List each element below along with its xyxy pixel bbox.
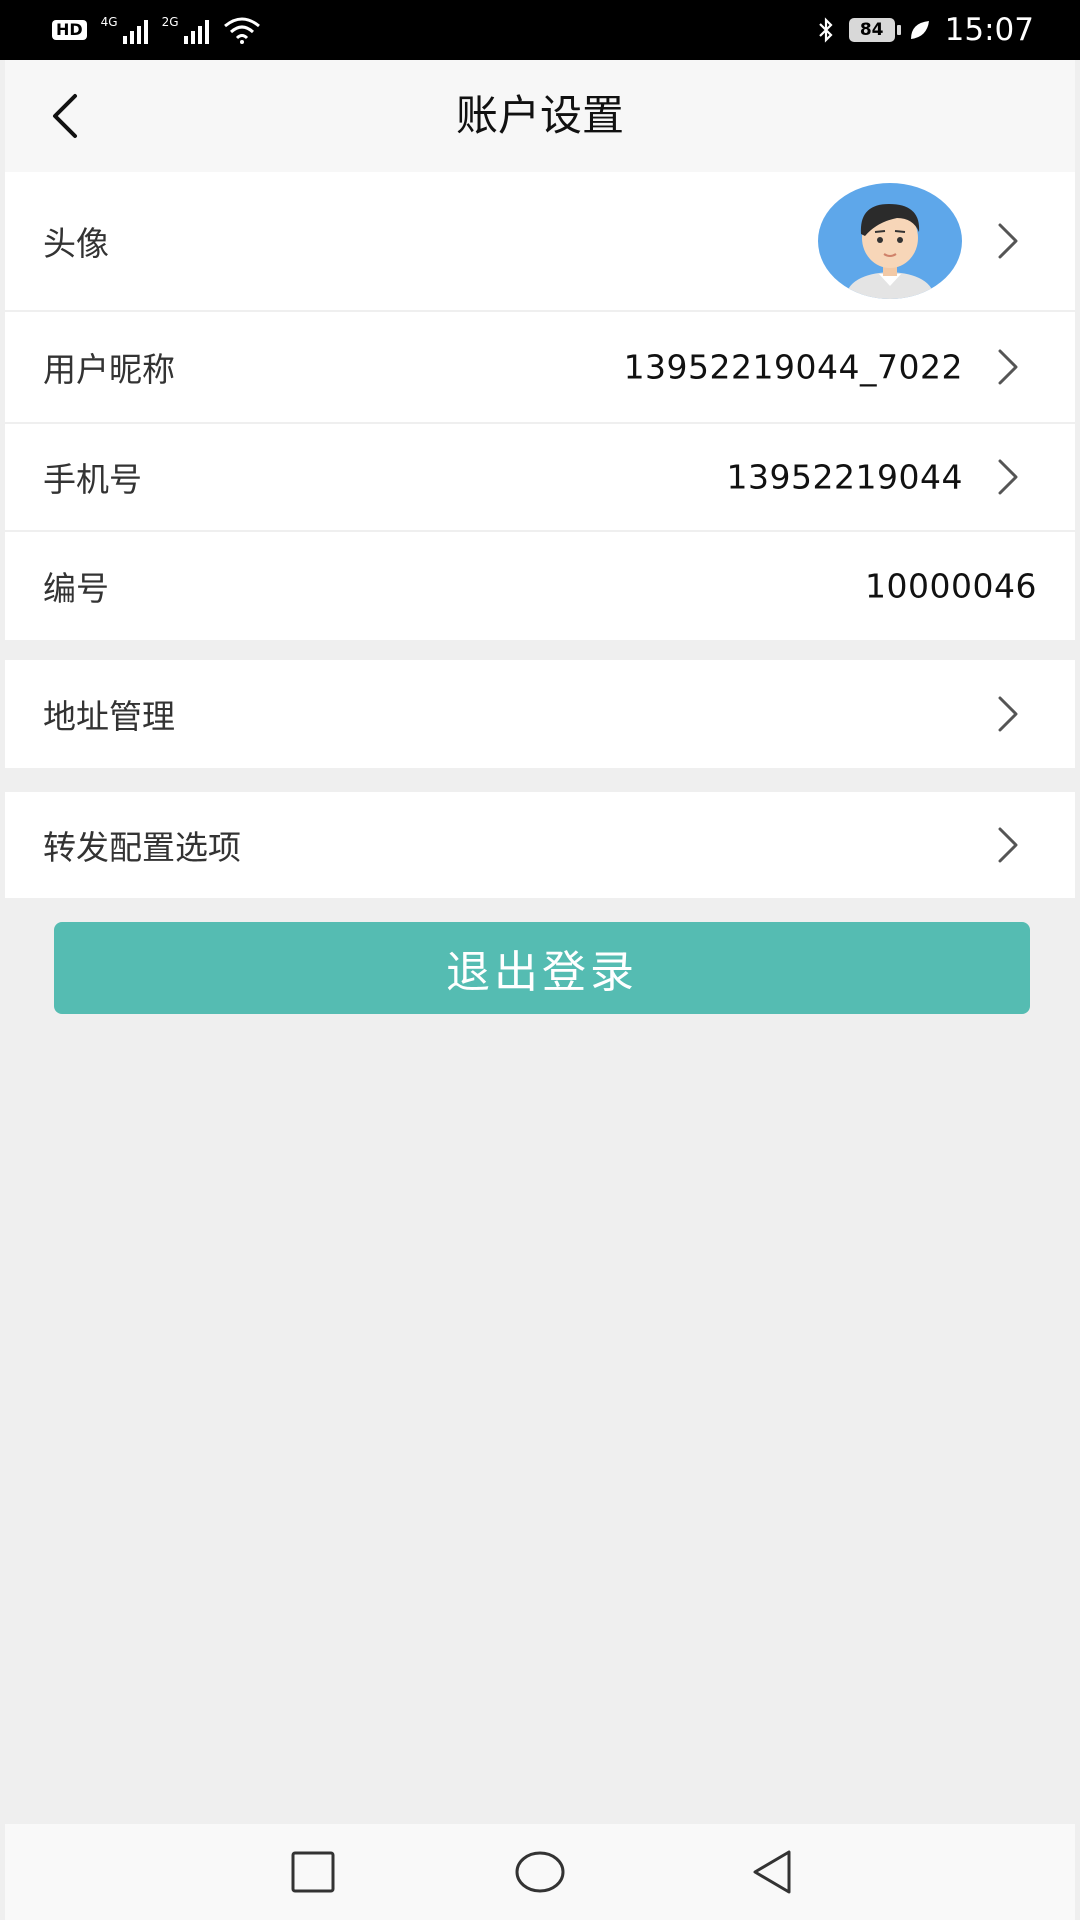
forward-group: 转发配置选项 — [5, 792, 1075, 898]
navigation-bar — [5, 1824, 1075, 1920]
chevron-right-icon — [998, 459, 1018, 495]
nickname-row[interactable]: 用户昵称 13952219044_7022 — [5, 312, 1075, 424]
id-row: 编号 10000046 — [5, 532, 1075, 640]
signal-4g-label: 4G — [100, 15, 118, 29]
square-icon[interactable] — [285, 1846, 341, 1898]
forward-config-row[interactable]: 转发配置选项 — [5, 792, 1075, 898]
phone-label: 手机号 — [43, 460, 142, 499]
status-right: 84 15:07 — [817, 12, 1034, 48]
chevron-right-icon — [998, 349, 1018, 385]
leaf-icon — [910, 21, 929, 39]
logout-button[interactable]: 退出登录 — [54, 922, 1030, 1014]
avatar-row[interactable]: 头像 — [5, 172, 1075, 312]
chevron-right-icon — [998, 827, 1018, 863]
signal-4g-icon: 4G — [101, 16, 148, 44]
title-bar: 账户设置 — [5, 60, 1075, 172]
address-group: 地址管理 — [5, 660, 1075, 768]
address-label: 地址管理 — [43, 697, 175, 736]
clock: 15:07 — [944, 12, 1034, 48]
chevron-right-icon — [998, 696, 1018, 732]
profile-group: 头像 用户昵称 13952219044_7022 手机号 13952219044… — [5, 172, 1075, 640]
phone-value: 13952219044 — [726, 457, 963, 497]
phone-row[interactable]: 手机号 13952219044 — [5, 424, 1075, 532]
triangle-back-icon[interactable] — [745, 1846, 801, 1898]
page-title: 账户设置 — [455, 91, 624, 140]
id-label: 编号 — [43, 569, 109, 608]
nickname-value: 13952219044_7022 — [623, 347, 963, 387]
chevron-right-icon — [998, 223, 1018, 259]
id-value: 10000046 — [865, 566, 1037, 606]
circle-icon[interactable] — [512, 1846, 568, 1898]
bluetooth-icon — [818, 17, 833, 43]
avatar[interactable] — [817, 182, 963, 300]
status-left: HD 4G 2G — [52, 16, 261, 44]
wifi-icon — [223, 17, 260, 44]
battery-icon: 84 — [848, 18, 901, 42]
forward-config-label: 转发配置选项 — [43, 828, 241, 867]
avatar-label: 头像 — [43, 224, 109, 263]
signal-2g-label: 2G — [161, 15, 179, 29]
address-row[interactable]: 地址管理 — [5, 660, 1075, 768]
signal-2g-icon: 2G — [162, 16, 209, 44]
hd-icon: HD — [52, 20, 87, 40]
status-bar: HD 4G 2G 84 15:07 — [0, 0, 1080, 60]
nickname-label: 用户昵称 — [43, 350, 175, 389]
